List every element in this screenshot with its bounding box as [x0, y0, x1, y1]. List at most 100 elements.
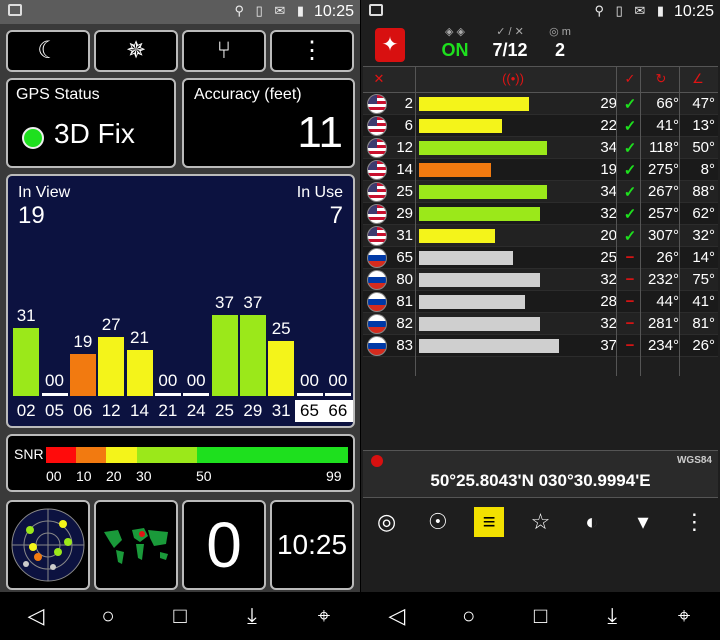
- snr-bar: 00: [41, 371, 68, 396]
- ru-flag-icon: [367, 270, 387, 290]
- snr-tick: 20: [106, 468, 122, 484]
- accuracy-label: Accuracy (feet): [194, 86, 302, 103]
- snr-bar-fill: [296, 393, 323, 396]
- satellite-icon: ✕: [373, 71, 385, 86]
- table-row[interactable]: 6 22 ✓ 41° 13°: [363, 115, 718, 137]
- recent-apps-icon[interactable]: □: [160, 596, 200, 636]
- not-used-icon: −: [625, 337, 635, 354]
- world-map-button[interactable]: [94, 500, 178, 590]
- recent-apps-icon[interactable]: □: [520, 596, 560, 636]
- azimuth-cell: 281°: [647, 315, 679, 332]
- snr-tick: 10: [76, 468, 92, 484]
- snr-bar-value: 00: [328, 371, 348, 390]
- pin-icon[interactable]: ▾: [628, 507, 658, 537]
- accuracy-stat-value: 2: [554, 40, 565, 60]
- azimuth-cell: 307°: [647, 227, 679, 244]
- prn-label: 05: [45, 401, 64, 420]
- table-row[interactable]: 31 20 ✓ 307° 32°: [363, 225, 718, 247]
- satellite-signal-panel[interactable]: In View 19 In Use 7 31 00 19 27 21 00 00 37 37 25…: [6, 174, 355, 428]
- table-row[interactable]: 2 29 ✓ 66° 47°: [363, 93, 718, 115]
- accuracy-value: 11: [297, 108, 343, 157]
- azimuth-cell: 41°: [656, 117, 679, 134]
- elevation-cell: 14°: [692, 249, 715, 266]
- compass-button[interactable]: ✵: [94, 30, 178, 72]
- prn-cell: 65: [396, 249, 413, 266]
- snr-bar: [419, 229, 495, 243]
- coordinates-value: 50°25.8043'N 030°30.9994'E: [430, 471, 651, 490]
- snr-bar: [419, 141, 548, 155]
- snr-cell: 25: [600, 249, 617, 266]
- collapse-icon[interactable]: ⌖: [304, 596, 344, 636]
- used-check-icon: ✓: [623, 228, 637, 245]
- share-button[interactable]: ⑂: [182, 30, 266, 72]
- prn-label: 21: [158, 401, 178, 420]
- snr-bar: [419, 119, 503, 133]
- snr-cell: 37: [600, 337, 617, 354]
- download-icon[interactable]: ⤓: [232, 596, 272, 636]
- datum-label: WGS84: [676, 455, 712, 466]
- table-row[interactable]: 14 19 ✓ 275° 8°: [363, 159, 718, 181]
- back-icon[interactable]: ◁: [377, 596, 417, 636]
- app-logo-icon[interactable]: ✦: [375, 28, 405, 62]
- fix-indicator-icon: [22, 127, 44, 149]
- walk-icon[interactable]: ☆: [525, 507, 555, 537]
- not-used-icon: −: [625, 271, 635, 288]
- elevation-cell: 41°: [692, 293, 715, 310]
- globe-icon[interactable]: ◐: [577, 507, 607, 537]
- clock-panel[interactable]: 10:25: [270, 500, 354, 590]
- night-mode-button[interactable]: ☾: [6, 30, 90, 72]
- snr-label: SNR: [14, 446, 44, 462]
- status-bar: ⚲ ▯ ✉ ▮ 10:25: [0, 0, 360, 24]
- table-row[interactable]: 25 34 ✓ 267° 88°: [363, 181, 718, 203]
- ru-flag-icon: [367, 336, 387, 356]
- coordinates-panel[interactable]: WGS84 50°25.8043'N 030°30.9994'E: [363, 450, 718, 498]
- compass-icon[interactable]: ◎: [372, 507, 402, 537]
- table-row[interactable]: 65 25− 26° 14°: [363, 247, 718, 269]
- table-row[interactable]: 29 32 ✓ 257° 62°: [363, 203, 718, 225]
- elevation-cell: 8°: [700, 161, 715, 178]
- accuracy-panel[interactable]: Accuracy (feet) 11: [182, 78, 355, 168]
- accuracy-icon: ◎ m: [549, 26, 571, 38]
- overflow-menu-icon: ⋮: [300, 37, 324, 64]
- elevation-cell: 32°: [692, 227, 715, 244]
- snr-bar: [419, 317, 540, 331]
- collapse-icon[interactable]: ⌖: [664, 596, 704, 636]
- table-row[interactable]: 80 32−232° 75°: [363, 269, 718, 291]
- snr-cell: 28: [600, 293, 617, 310]
- sky-view-button[interactable]: [6, 500, 90, 590]
- snr-bar-value: 21: [130, 327, 149, 347]
- back-icon[interactable]: ◁: [16, 596, 56, 636]
- us-flag-icon: [367, 138, 387, 158]
- gps-status-panel[interactable]: GPS Status 3D Fix: [6, 78, 176, 168]
- status-time: 10:25: [673, 3, 714, 20]
- nav-bar: ◁ ○ □ ⤓ ⌖: [361, 592, 720, 640]
- menu-button[interactable]: ⋮: [270, 30, 354, 72]
- satellite-rows: 2 29 ✓ 66° 47° 6 22 ✓ 41° 13° 12 34 ✓ 118° 50° 14 19 ✓ 275…: [363, 93, 718, 357]
- snr-bar: [419, 185, 548, 199]
- more-icon[interactable]: ⋮: [679, 507, 709, 537]
- prn-label: 14: [130, 401, 149, 420]
- snr-bar: [419, 163, 491, 177]
- download-icon[interactable]: ⤓: [592, 596, 632, 636]
- radar-icon[interactable]: ☉: [423, 507, 453, 537]
- accuracy-stat: ◎ m 2: [545, 24, 575, 61]
- home-icon[interactable]: ○: [88, 596, 128, 636]
- snr-bar-value: 00: [45, 371, 64, 390]
- big-counter-panel[interactable]: 0: [182, 500, 266, 590]
- table-row[interactable]: 81 28− 44° 41°: [363, 291, 718, 313]
- sats-used: ✓ / ✕ 7/12: [485, 24, 535, 61]
- azimuth-cell: 66°: [656, 95, 679, 112]
- table-row[interactable]: 82 32−281° 81°: [363, 313, 718, 335]
- snr-bar: [419, 207, 540, 221]
- snr-bar-fill: [154, 393, 181, 396]
- gps-state-icon: ◈ ◈: [445, 26, 465, 38]
- snr-cell: 34: [600, 183, 617, 200]
- table-row[interactable]: 12 34 ✓ 118° 50°: [363, 137, 718, 159]
- azimuth-cell: 275°: [647, 161, 679, 178]
- snr-tick: 30: [136, 468, 152, 484]
- snr-bar-value: 37: [243, 292, 263, 312]
- home-icon[interactable]: ○: [449, 596, 489, 636]
- bars-icon[interactable]: ≡: [474, 507, 505, 537]
- compass-icon: ✵: [125, 37, 147, 64]
- table-row[interactable]: 83 37−234° 26°: [363, 335, 718, 357]
